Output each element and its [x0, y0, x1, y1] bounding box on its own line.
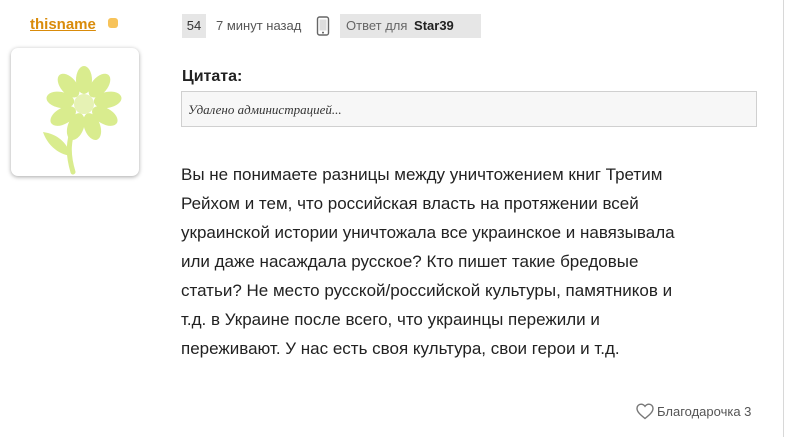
post-body-line: Вы не понимаете разницы между уничтожени… — [181, 165, 663, 184]
post-body-line: украинской истории уничтожала все украин… — [181, 223, 675, 242]
post-body-line: Рейхом и тем, что российская власть на п… — [181, 194, 639, 213]
flower-icon — [43, 66, 122, 175]
reply-label: Ответ для — [346, 18, 408, 33]
quote-title: Цитата: — [182, 68, 243, 85]
thanks-label: Благодарочка 3 — [657, 404, 752, 419]
avatar[interactable] — [11, 48, 139, 176]
post-time: 7 минут назад — [216, 18, 302, 33]
quote-box: Удалено администрацией... — [181, 91, 757, 127]
status-indicator — [108, 18, 118, 28]
author-username[interactable]: thisname — [30, 16, 96, 33]
quote-text: Удалено администрацией... — [188, 102, 342, 117]
post-number[interactable]: 54 — [182, 14, 206, 38]
post-body-line: или даже насаждала русское? Кто пишет та… — [181, 252, 639, 271]
phone-icon — [316, 16, 330, 41]
post-body: Вы не понимаете разницы между уничтожени… — [181, 160, 781, 363]
content-border — [783, 0, 784, 437]
post-body-line: статьи? Не место русской/российской куль… — [181, 281, 673, 300]
reply-to-badge: Ответ для Star39 — [340, 14, 481, 38]
reply-username[interactable]: Star39 — [414, 18, 454, 33]
post-body-line: т.д. в Украине после всего, что украинцы… — [181, 310, 600, 329]
heart-icon — [636, 403, 654, 423]
post-body-line: переживают. У нас есть своя культура, св… — [181, 339, 620, 358]
